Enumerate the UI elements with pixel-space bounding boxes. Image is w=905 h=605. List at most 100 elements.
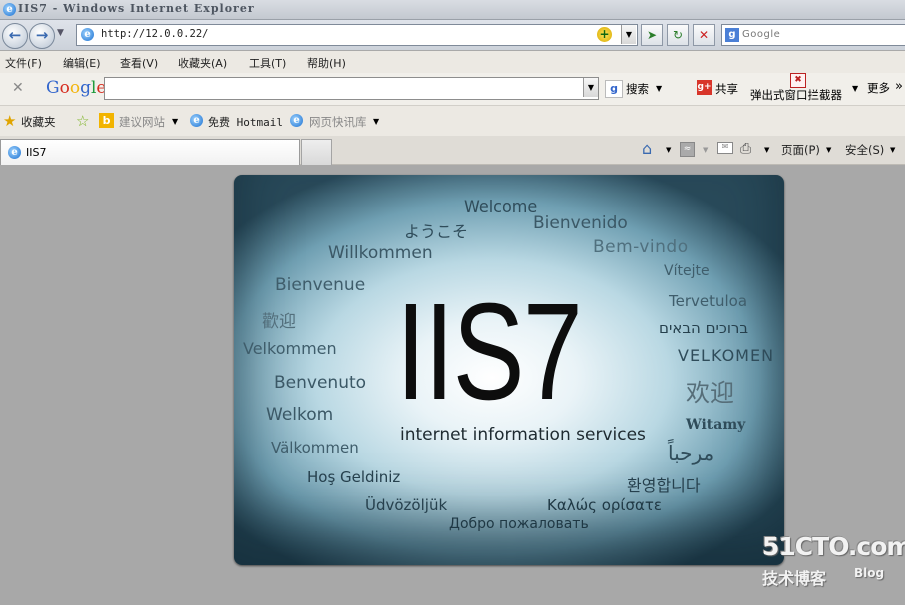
favorites-button[interactable]: 收藏夹 — [21, 114, 56, 130]
page-menu-button[interactable]: 页面(P) — [781, 142, 820, 158]
address-bar[interactable]: e http://12.0.0.22/ + ▼ — [76, 24, 638, 46]
greeting-zh-tw: 歡迎 — [262, 312, 296, 332]
navigation-bar: ← → ▼ e http://12.0.0.22/ + ▼ ➤ ↻ ✕ g Go… — [0, 20, 905, 50]
tab-iis7[interactable]: e IIS7 — [0, 139, 300, 165]
feeds-dropdown-icon[interactable]: ▼ — [703, 146, 708, 154]
favorites-bar: ★ 收藏夹 ☆ b 建议网站 ▼ e 免费 Hotmail e 网页快讯库 ▼ — [0, 106, 905, 137]
tab-page-icon: e — [8, 146, 21, 159]
stop-button[interactable]: ✕ — [693, 24, 715, 46]
greeting-pt: Bem-vindo — [593, 237, 689, 257]
suggested-sites-link[interactable]: 建议网站 — [119, 114, 165, 130]
google-logo: Google — [46, 78, 107, 98]
greeting-hu: Üdvözöljük — [365, 496, 448, 514]
google-search-provider-icon: g — [725, 28, 739, 42]
greeting-pl: Witamy — [686, 417, 746, 433]
ie-logo-icon: e — [3, 3, 16, 16]
greeting-he: ברוכים הבאים — [659, 319, 749, 337]
search-box[interactable]: g Google — [721, 24, 905, 46]
iis7-subtitle: internet information services — [400, 425, 646, 445]
more-button[interactable]: 更多 — [867, 80, 890, 96]
google-search-button[interactable]: 搜索 — [626, 81, 649, 97]
greeting-ja: ようこそ — [404, 222, 469, 241]
web-slice-gallery-link[interactable]: 网页快讯库 — [309, 114, 367, 130]
feeds-icon[interactable]: ≈ — [680, 142, 695, 157]
greeting-de: Willkommen — [328, 243, 433, 263]
refresh-icon: ↻ — [672, 28, 684, 42]
menu-favorites[interactable]: 收藏夹(A) — [178, 55, 227, 71]
greeting-fi: Tervetuloa — [669, 292, 748, 310]
iis7-logo: IIS7 — [396, 275, 583, 429]
stop-icon: ✕ — [698, 28, 710, 42]
popup-blocker-icon: ✖ — [790, 73, 806, 88]
google-search-dropdown-icon[interactable]: ▼ — [583, 78, 598, 97]
greeting-sv: Välkommen — [271, 439, 359, 457]
page-menu-dropdown-icon[interactable]: ▼ — [826, 146, 831, 154]
back-button[interactable]: ← — [2, 23, 28, 49]
google-toolbar: ✕ Google ▼ g 搜索 ▼ g+ 共享 ✖ 弹出式窗口拦截器 ▼ 更多 … — [0, 73, 905, 106]
greeting-nl: Welkom — [266, 405, 334, 425]
recent-pages-dropdown-icon[interactable]: ▼ — [57, 28, 64, 38]
suggested-sites-dropdown-icon[interactable]: ▼ — [172, 117, 178, 126]
greeting-es: Bienvenido — [533, 213, 628, 233]
address-url[interactable]: http://12.0.0.22/ — [101, 28, 208, 40]
forward-arrow-icon: → — [35, 26, 49, 44]
popup-blocker-dropdown-icon[interactable]: ▼ — [852, 84, 858, 93]
greeting-tr: Hoş Geldiniz — [307, 468, 401, 486]
tab-title: IIS7 — [26, 146, 47, 159]
share-icon: g+ — [697, 80, 712, 95]
greeting-ar: مرحباً — [668, 441, 715, 465]
greeting-fr: Bienvenue — [275, 275, 366, 295]
back-arrow-icon: ← — [8, 26, 22, 44]
forward-button[interactable]: → — [29, 23, 55, 49]
print-dropdown-icon[interactable]: ▼ — [764, 146, 769, 154]
window-title: IIS7 - Windows Internet Explorer — [18, 2, 255, 15]
menu-file[interactable]: 文件(F) — [5, 55, 42, 71]
menu-bar: 文件(F) 编辑(E) 查看(V) 收藏夹(A) 工具(T) 帮助(H) — [0, 51, 905, 74]
watermark-site: 51CTO.com — [762, 532, 905, 561]
safety-menu-button[interactable]: 安全(S) — [845, 142, 884, 158]
home-dropdown-icon[interactable]: ▼ — [666, 146, 671, 154]
compatibility-view-icon[interactable]: + — [597, 27, 612, 42]
greeting-ru: Добро пожаловать — [449, 516, 589, 532]
mail-icon[interactable]: ✉ — [717, 142, 733, 154]
go-button[interactable]: ➤ — [641, 24, 663, 46]
favorites-star-icon: ★ — [3, 112, 17, 130]
menu-edit[interactable]: 编辑(E) — [63, 55, 101, 71]
close-toolbar-icon[interactable]: ✕ — [12, 80, 24, 96]
tab-command-bar: e IIS7 ⌂ ▼ ≈ ▼ ✉ ⎙ ▼ 页面(P) ▼ 安全(S) ▼ — [0, 136, 905, 165]
menu-tools[interactable]: 工具(T) — [249, 55, 286, 71]
web-slice-dropdown-icon[interactable]: ▼ — [373, 117, 379, 126]
refresh-button[interactable]: ↻ — [667, 24, 689, 46]
greeting-el: Καλώς ορίσατε — [547, 496, 663, 514]
free-hotmail-link[interactable]: 免费 Hotmail — [208, 114, 283, 130]
add-to-favorites-icon[interactable]: ☆ — [76, 112, 89, 130]
greeting-en: Welcome — [464, 197, 538, 216]
search-placeholder: Google — [742, 29, 781, 40]
greeting-cs: Vítejte — [664, 263, 710, 279]
safety-menu-dropdown-icon[interactable]: ▼ — [890, 146, 895, 154]
greeting-ko: 환영합니다 — [627, 476, 701, 495]
share-button[interactable]: 共享 — [715, 81, 738, 97]
google-search-icon: g — [605, 80, 623, 98]
more-chevron-icon[interactable]: » — [895, 79, 903, 94]
menu-help[interactable]: 帮助(H) — [307, 55, 346, 71]
watermark-subtitle: 技术博客 — [762, 569, 827, 588]
google-search-input[interactable]: ▼ — [104, 77, 599, 100]
greeting-it: Benvenuto — [274, 373, 367, 393]
go-icon: ➤ — [646, 28, 658, 42]
print-icon[interactable]: ⎙ — [740, 141, 751, 157]
web-slice-ie-icon: e — [290, 114, 303, 127]
new-tab-button[interactable] — [301, 139, 332, 165]
popup-blocker-button[interactable]: 弹出式窗口拦截器 — [750, 87, 842, 103]
search-options-dropdown-icon[interactable]: ▼ — [656, 84, 662, 93]
address-dropdown-icon[interactable]: ▼ — [621, 25, 636, 44]
greeting-da: Velkommen — [243, 339, 337, 358]
greeting-no: VELKOMEN — [678, 346, 775, 365]
page-icon: e — [81, 28, 94, 41]
bing-icon: b — [99, 113, 114, 128]
watermark-blog: Blog — [854, 566, 885, 580]
home-icon[interactable]: ⌂ — [642, 139, 652, 158]
hotmail-ie-icon: e — [190, 114, 203, 127]
window-title-bar: e IIS7 - Windows Internet Explorer — [0, 0, 905, 20]
menu-view[interactable]: 查看(V) — [120, 55, 158, 71]
